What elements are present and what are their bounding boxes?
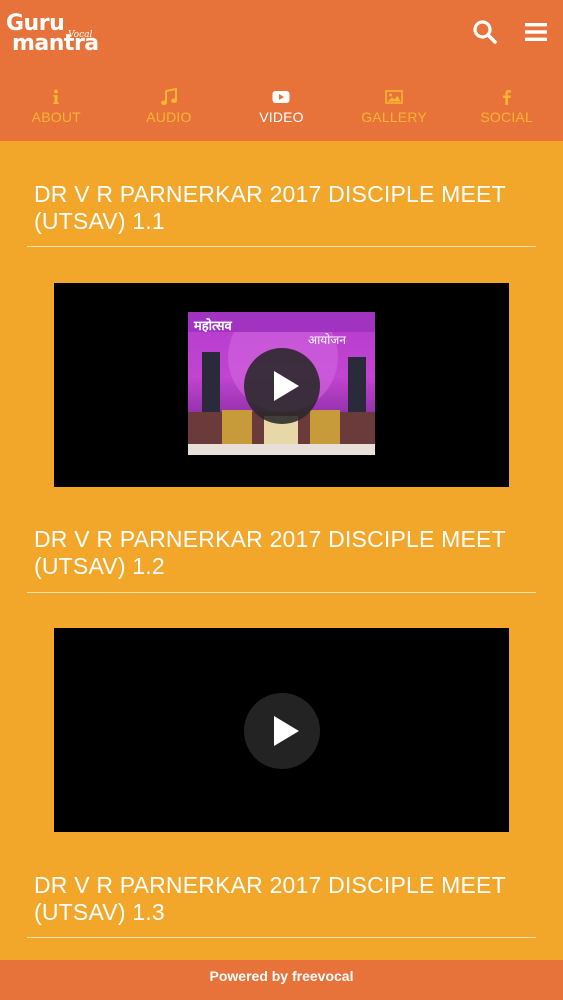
app-header: Guru mantra Vocal ABOUT AUDIO VIDEO GALL… bbox=[0, 0, 563, 141]
play-button[interactable] bbox=[244, 348, 320, 424]
video-player[interactable] bbox=[54, 628, 509, 832]
tab-social-label: SOCIAL bbox=[480, 109, 533, 125]
tab-gallery-label: GALLERY bbox=[361, 109, 427, 125]
tab-audio-label: AUDIO bbox=[146, 109, 192, 125]
footer: Powered by freevocal bbox=[0, 960, 563, 1000]
tab-social[interactable]: SOCIAL bbox=[450, 80, 563, 140]
app-logo[interactable]: Guru mantra Vocal bbox=[6, 13, 99, 55]
tab-about-label: ABOUT bbox=[31, 109, 81, 125]
tab-about[interactable]: ABOUT bbox=[0, 80, 113, 140]
video-title[interactable]: DR V R PARNERKAR 2017 DISCIPLE MEET (UTS… bbox=[34, 872, 534, 926]
tab-audio[interactable]: AUDIO bbox=[113, 80, 226, 140]
facebook-icon bbox=[502, 90, 511, 105]
thumbnail-text-left: महोत्सव bbox=[193, 318, 233, 334]
tab-bar: ABOUT AUDIO VIDEO GALLERY SOCIAL bbox=[0, 80, 563, 140]
video-title[interactable]: DR V R PARNERKAR 2017 DISCIPLE MEET (UTS… bbox=[34, 526, 534, 580]
divider bbox=[27, 937, 536, 938]
thumbnail-text-right: आयोजन bbox=[308, 333, 346, 347]
youtube-play-icon bbox=[272, 91, 290, 103]
video-title[interactable]: DR V R PARNERKAR 2017 DISCIPLE MEET (UTS… bbox=[34, 181, 534, 235]
search-icon[interactable] bbox=[472, 19, 498, 45]
image-icon bbox=[385, 90, 403, 104]
logo-script-text: Vocal bbox=[68, 30, 93, 40]
hamburger-menu-icon[interactable] bbox=[523, 19, 549, 45]
footer-powered-by[interactable]: Powered by freevocal bbox=[210, 968, 354, 984]
info-icon bbox=[53, 89, 60, 105]
divider bbox=[27, 592, 536, 593]
music-note-icon bbox=[160, 88, 177, 106]
tab-video[interactable]: VIDEO bbox=[225, 80, 338, 140]
play-button[interactable] bbox=[244, 693, 320, 769]
tab-gallery[interactable]: GALLERY bbox=[338, 80, 451, 140]
divider bbox=[27, 246, 536, 247]
video-player[interactable]: महोत्सव आयोजन bbox=[54, 283, 509, 487]
tab-video-label: VIDEO bbox=[259, 109, 304, 125]
